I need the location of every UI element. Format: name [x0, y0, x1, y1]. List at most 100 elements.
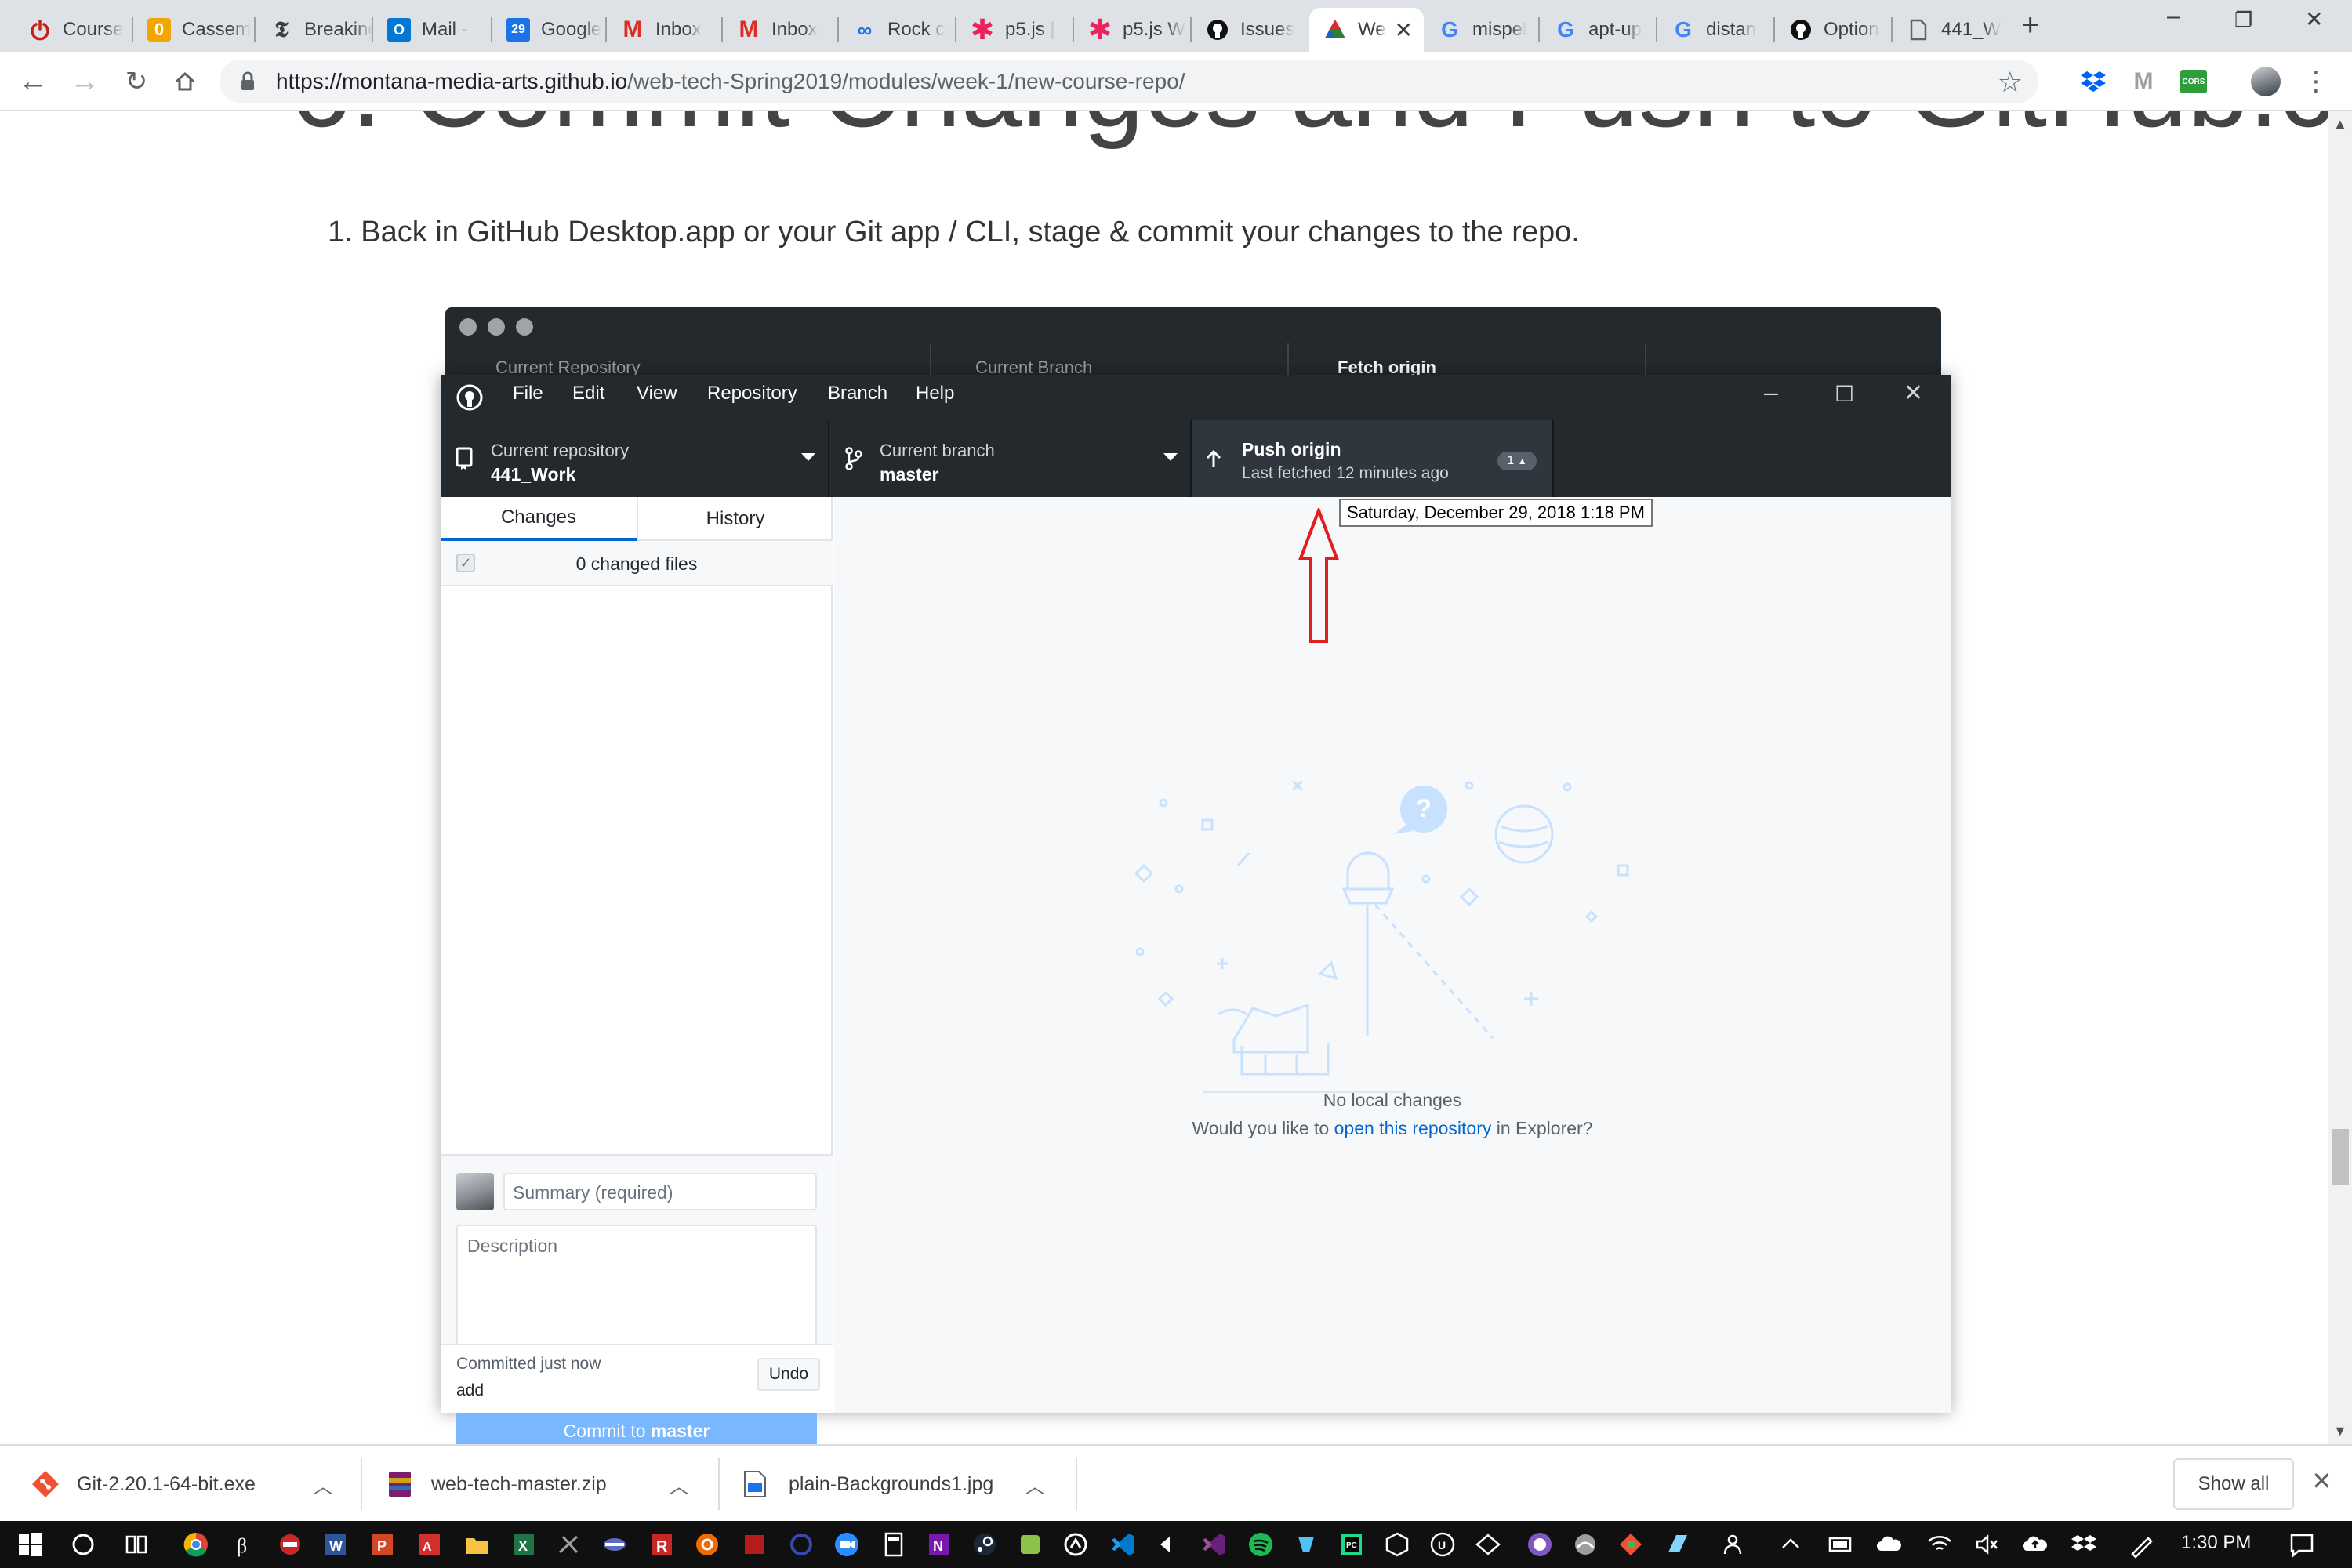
- vscode-icon[interactable]: [1109, 1530, 1137, 1559]
- menu-branch[interactable]: Branch: [828, 383, 887, 405]
- app-icon[interactable]: R: [648, 1530, 676, 1559]
- volume-muted-icon[interactable]: [1973, 1530, 2001, 1559]
- show-all-downloads-button[interactable]: Show all: [2173, 1458, 2294, 1510]
- windows-start-icon[interactable]: [16, 1530, 44, 1559]
- scroll-up-arrow-icon[interactable]: ▲: [2333, 116, 2347, 132]
- app-icon[interactable]: [276, 1530, 304, 1559]
- close-icon[interactable]: ✕: [1904, 379, 1923, 407]
- app-icon[interactable]: [1617, 1530, 1645, 1559]
- browser-tab[interactable]: G mispel: [1424, 8, 1540, 52]
- forward-arrow-icon[interactable]: →: [67, 64, 102, 99]
- menu-edit[interactable]: Edit: [572, 383, 604, 405]
- tab-changes[interactable]: Changes: [441, 497, 637, 541]
- spotify-icon[interactable]: [1247, 1530, 1275, 1559]
- chevron-up-icon[interactable]: ︿: [1025, 1471, 1044, 1498]
- tab-history[interactable]: History: [637, 497, 833, 541]
- app-icon[interactable]: [1526, 1530, 1554, 1559]
- acrobat-icon[interactable]: A: [416, 1530, 444, 1559]
- browser-tab[interactable]: ✱ p5.js W: [1074, 8, 1192, 52]
- browser-tab-active[interactable]: We ✕: [1309, 8, 1424, 52]
- dropbox-icon[interactable]: [2070, 1530, 2098, 1559]
- calculator-icon[interactable]: [880, 1530, 908, 1559]
- gmail-extension-icon[interactable]: M: [2128, 66, 2159, 97]
- file-explorer-icon[interactable]: [463, 1530, 491, 1559]
- app-icon[interactable]: [1016, 1530, 1044, 1559]
- menu-file[interactable]: File: [513, 383, 543, 405]
- chevron-up-icon[interactable]: ︿: [314, 1471, 332, 1498]
- browser-tab[interactable]: 𝕿 Breaking: [256, 8, 373, 52]
- browser-tab[interactable]: G apt-up: [1540, 8, 1657, 52]
- undo-button[interactable]: Undo: [757, 1358, 820, 1391]
- page-scrollbar[interactable]: ▲ ▼: [2328, 111, 2352, 1444]
- scrollbar-thumb[interactable]: [2332, 1129, 2349, 1185]
- scroll-down-arrow-icon[interactable]: ▼: [2333, 1423, 2347, 1439]
- bookmark-star-icon[interactable]: ☆: [1998, 66, 2023, 99]
- powerpoint-icon[interactable]: P: [368, 1530, 397, 1559]
- app-icon[interactable]: β: [229, 1530, 257, 1559]
- unreal-icon[interactable]: U: [1428, 1530, 1457, 1559]
- download-item[interactable]: Git-2.20.1-64-bit.exe ︿: [31, 1446, 361, 1523]
- app-icon[interactable]: [693, 1530, 721, 1559]
- browser-tab[interactable]: 29 Google: [492, 8, 607, 52]
- menu-kebab-icon[interactable]: ⋮: [2300, 66, 2332, 97]
- battery-icon[interactable]: [1827, 1530, 1855, 1559]
- browser-tab[interactable]: ∞ Rock c: [839, 8, 956, 52]
- current-repository-dropdown[interactable]: Current repository 441_Work: [441, 420, 829, 497]
- minimize-icon[interactable]: –: [1764, 378, 1778, 407]
- app-icon[interactable]: [1474, 1530, 1502, 1559]
- browser-tab[interactable]: M Inbox: [723, 8, 839, 52]
- onedrive-cloud-icon[interactable]: [1875, 1530, 1904, 1559]
- address-bar[interactable]: https://montana-media-arts.github.io/web…: [220, 60, 2038, 103]
- download-item[interactable]: web-tech-master.zip ︿: [386, 1446, 718, 1523]
- app-icon[interactable]: [1664, 1530, 1692, 1559]
- search-circle-icon[interactable]: [69, 1530, 97, 1559]
- browser-tab[interactable]: M Inbox: [607, 8, 723, 52]
- app-icon[interactable]: [601, 1530, 629, 1559]
- close-icon[interactable]: ✕: [2311, 1466, 2332, 1496]
- notification-center-icon[interactable]: [2288, 1530, 2316, 1559]
- menu-help[interactable]: Help: [916, 383, 954, 405]
- close-tab-icon[interactable]: ✕: [1395, 17, 1413, 43]
- menu-view[interactable]: View: [637, 383, 677, 405]
- wifi-icon[interactable]: [1926, 1530, 1954, 1559]
- browser-tab[interactable]: G distan: [1657, 8, 1775, 52]
- taskbar-clock[interactable]: 1:30 PM: [2181, 1532, 2251, 1554]
- profile-avatar[interactable]: [2250, 66, 2281, 97]
- app-icon[interactable]: [1292, 1530, 1320, 1559]
- close-window-icon[interactable]: ✕: [2305, 6, 2323, 32]
- chevron-up-icon[interactable]: [1777, 1530, 1805, 1559]
- home-icon[interactable]: [168, 64, 202, 99]
- visual-studio-icon[interactable]: [1200, 1530, 1228, 1559]
- browser-tab[interactable]: ✱ p5.js |: [956, 8, 1074, 52]
- app-icon[interactable]: [1154, 1530, 1182, 1559]
- browser-tab[interactable]: Issues: [1192, 8, 1309, 52]
- back-arrow-icon[interactable]: ←: [16, 64, 50, 99]
- word-icon[interactable]: W: [321, 1530, 350, 1559]
- chrome-icon[interactable]: [182, 1530, 210, 1559]
- reload-icon[interactable]: ↻: [119, 64, 154, 99]
- maximize-icon[interactable]: ☐: [1835, 381, 1854, 407]
- pen-ink-icon[interactable]: [2128, 1530, 2156, 1559]
- current-branch-dropdown[interactable]: Current branch master: [829, 420, 1192, 497]
- menu-repository[interactable]: Repository: [707, 383, 797, 405]
- app-icon[interactable]: [1383, 1530, 1411, 1559]
- people-icon[interactable]: [1722, 1530, 1750, 1559]
- app-icon[interactable]: [787, 1530, 815, 1559]
- onenote-icon[interactable]: N: [925, 1530, 953, 1559]
- open-repository-link[interactable]: open this repository: [1334, 1118, 1492, 1138]
- cloud-sync-icon[interactable]: [2021, 1530, 2049, 1559]
- new-tab-button[interactable]: +: [2021, 8, 2039, 42]
- task-view-icon[interactable]: [122, 1530, 151, 1559]
- app-icon[interactable]: [1571, 1530, 1599, 1559]
- pycharm-icon[interactable]: PC: [1338, 1530, 1366, 1559]
- chevron-up-icon[interactable]: ︿: [670, 1471, 688, 1498]
- download-item[interactable]: plain-Backgrounds1.jpg ︿: [743, 1446, 1076, 1523]
- minimize-window-icon[interactable]: –: [2167, 3, 2180, 30]
- steam-icon[interactable]: [971, 1530, 999, 1559]
- browser-tab[interactable]: Option: [1775, 8, 1893, 52]
- excel-icon[interactable]: X: [510, 1530, 538, 1559]
- app-icon[interactable]: [1062, 1530, 1090, 1559]
- browser-tab[interactable]: Course: [14, 8, 133, 52]
- cors-extension-icon[interactable]: CORS: [2178, 66, 2209, 97]
- dropbox-icon[interactable]: [2078, 66, 2109, 97]
